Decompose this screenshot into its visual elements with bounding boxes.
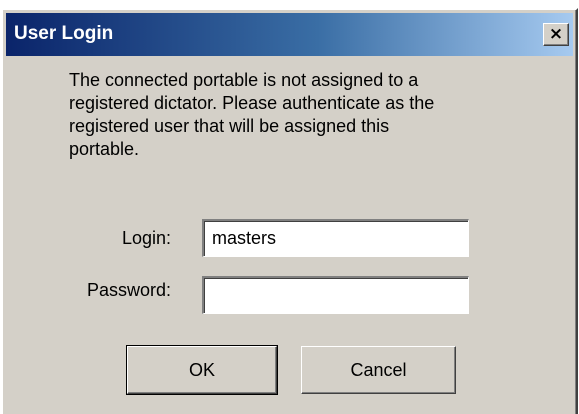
cancel-button[interactable]: Cancel [301,346,456,394]
password-input[interactable] [202,276,469,314]
user-login-dialog: User Login × The connected portable is n… [1,8,578,414]
password-label: Password: [86,280,171,300]
window-title: User Login [14,23,114,44]
title-bar[interactable]: User Login × [6,13,573,56]
instruction-message: The connected portable is not assigned t… [69,70,435,159]
close-icon: × [548,24,564,44]
login-label: Login: [121,228,171,248]
close-button[interactable]: × [543,23,569,46]
login-input[interactable] [202,219,469,257]
ok-button[interactable]: OK [126,345,278,395]
